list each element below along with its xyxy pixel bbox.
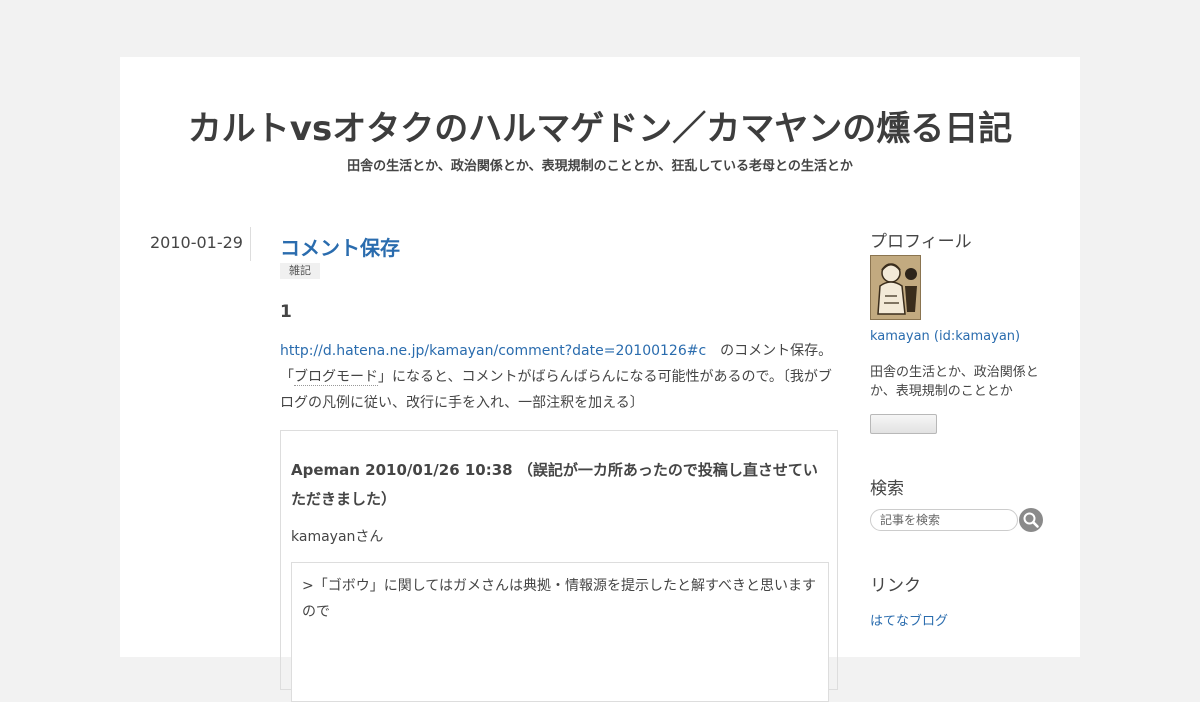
- search-input[interactable]: [870, 509, 1018, 531]
- blog-title[interactable]: カルトvsオタクのハルマゲドン／カマヤンの燻る日記: [120, 109, 1080, 149]
- entry-title[interactable]: コメント保存: [280, 232, 400, 261]
- comment-salutation: kamayanさん: [291, 529, 384, 545]
- user-avatar-icon[interactable]: [870, 255, 921, 320]
- follow-button[interactable]: [870, 414, 937, 434]
- links-heading: リンク: [870, 576, 921, 596]
- category-tag[interactable]: 雑記: [280, 263, 320, 279]
- comment-link[interactable]: http://d.hatena.ne.jp/kamayan/comment?da…: [280, 343, 706, 359]
- keyword-link-blog-mode[interactable]: ブログモード: [294, 369, 378, 386]
- comment-box: Apeman 2010/01/26 10:38 （誤記が一カ所あったので投稿し直…: [280, 430, 838, 702]
- link-hatena-blog[interactable]: はてなブログ: [870, 610, 948, 629]
- comment-quote: >「ゴボウ」に関してはガメさんは典拠・情報源を提示したと解すべきと思いますので: [291, 562, 829, 702]
- section-heading: 1: [280, 302, 292, 322]
- entry-paragraph: http://d.hatena.ne.jp/kamayan/comment?da…: [280, 338, 842, 416]
- quote-text: >「ゴボウ」に関してはガメさんは典拠・情報源を提示したと解すべきと思いますので: [302, 578, 817, 620]
- profile-description: 田舎の生活とか、政治関係とか、表現規制のこととか: [870, 365, 1039, 399]
- search-icon: [1023, 512, 1039, 528]
- blog-description: 田舎の生活とか、政治関係とか、表現規制のこととか、狂乱している老母との生活とか: [347, 159, 853, 174]
- search-heading: 検索: [870, 479, 904, 499]
- page-container: カルトvsオタクのハルマゲドン／カマヤンの燻る日記 田舎の生活とか、政治関係とか…: [120, 57, 1080, 702]
- search-button[interactable]: [1019, 508, 1043, 532]
- profile-heading: プロフィール: [870, 232, 972, 252]
- date-divider: [250, 227, 251, 261]
- entry-date[interactable]: 2010-01-29: [150, 233, 243, 252]
- profile-name-link[interactable]: kamayan (id:kamayan): [870, 329, 1020, 344]
- comment-header: Apeman 2010/01/26 10:38 （誤記が一カ所あったので投稿し直…: [291, 461, 818, 508]
